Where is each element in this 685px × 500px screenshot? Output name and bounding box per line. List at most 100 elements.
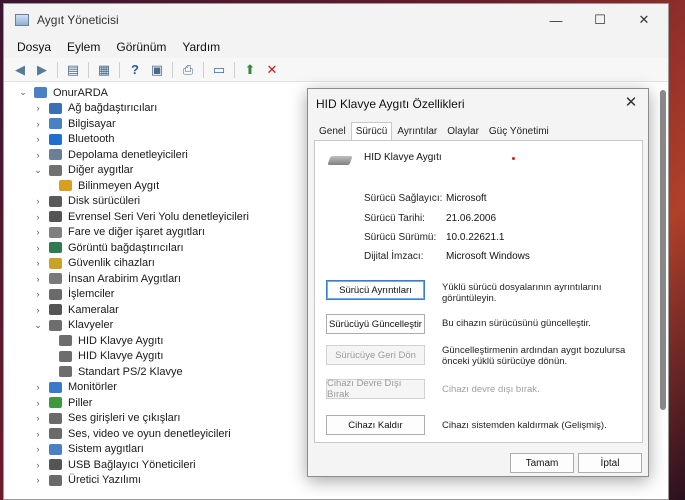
chevron-icon[interactable]: ›: [33, 212, 43, 222]
tree-category-item[interactable]: › Bilgisayar: [33, 116, 116, 132]
chevron-icon[interactable]: ›: [33, 103, 43, 113]
forward-arrow-icon[interactable]: ▶: [32, 60, 52, 80]
chevron-icon[interactable]: ›: [33, 475, 43, 485]
tree-device-item[interactable]: HID Klavye Aygıtı: [49, 333, 163, 349]
menu-action[interactable]: Eylem: [59, 40, 108, 54]
tree-category-item[interactable]: › Ağ bağdaştırıcıları: [33, 101, 158, 117]
menu-file[interactable]: Dosya: [9, 40, 59, 54]
tree-device-item[interactable]: Bilinmeyen Aygıt: [49, 178, 159, 194]
device-name: HID Klavye Aygıtı: [364, 152, 442, 163]
chevron-icon[interactable]: ⌄: [33, 320, 43, 331]
minimize-button[interactable]: —: [534, 4, 578, 36]
properties-icon[interactable]: ▤: [63, 60, 83, 80]
chevron-icon[interactable]: ›: [33, 274, 43, 284]
mouse-icon: [49, 226, 62, 238]
menu-view[interactable]: Görünüm: [108, 40, 174, 54]
tab-events[interactable]: Olaylar: [442, 122, 484, 140]
tree-category-item[interactable]: › Ses girişleri ve çıkışları: [33, 411, 181, 427]
digital-signer-label: Dijital İmzacı:: [364, 251, 424, 262]
scan-hardware-icon[interactable]: ▭: [209, 60, 229, 80]
dialog-title: HID Klavye Aygıtı Özellikleri: [316, 97, 465, 111]
update-driver-description: Bu cihazın sürücüsünü güncelleştir.: [442, 318, 591, 329]
driver-version-value: 10.0.22621.1: [446, 232, 505, 243]
chevron-icon[interactable]: ⌄: [18, 87, 28, 98]
tree-category-item[interactable]: › Bluetooth: [33, 132, 115, 148]
chevron-icon[interactable]: ›: [33, 460, 43, 470]
back-arrow-icon[interactable]: ◀: [10, 60, 30, 80]
tree-item-label: Piller: [68, 396, 93, 409]
tree-item-label: Ses, video ve oyun denetleyicileri: [68, 427, 231, 440]
chevron-icon[interactable]: ›: [33, 196, 43, 206]
help-icon[interactable]: ?: [125, 60, 145, 80]
uninstall-icon[interactable]: ✕: [262, 60, 282, 80]
usb-controller-icon: [49, 211, 62, 223]
chevron-icon[interactable]: ›: [33, 134, 43, 144]
maximize-button[interactable]: ☐: [578, 4, 622, 36]
driver-date-label: Sürücü Tarihi:: [364, 213, 425, 224]
tab-general[interactable]: Genel: [314, 122, 351, 140]
chevron-icon[interactable]: ›: [33, 243, 43, 253]
dialog-close-button[interactable]: ✕: [622, 93, 640, 111]
chevron-icon[interactable]: ›: [33, 398, 43, 408]
chevron-icon[interactable]: ›: [33, 413, 43, 423]
chevron-icon[interactable]: ›: [33, 305, 43, 315]
chevron-icon[interactable]: ⌄: [33, 165, 43, 176]
disk-drive-icon: [49, 195, 62, 207]
chevron-icon[interactable]: ›: [33, 119, 43, 129]
print-icon[interactable]: ⎙: [178, 60, 198, 80]
tab-driver[interactable]: Sürücü: [350, 122, 393, 141]
tree-category-item[interactable]: › Kameralar: [33, 302, 119, 318]
uninstall-device-description: Cihazı sistemden kaldırmak (Gelişmiş).: [442, 420, 607, 431]
close-button[interactable]: ✕: [622, 4, 666, 36]
uninstall-device-button[interactable]: Cihazı Kaldır: [326, 415, 425, 435]
chevron-icon[interactable]: ›: [33, 429, 43, 439]
tree-device-item[interactable]: Standart PS/2 Klavye: [49, 364, 183, 380]
view-icon[interactable]: ▣: [147, 60, 167, 80]
sound-controller-icon: [49, 428, 62, 440]
tree-category-item[interactable]: › Güvenlik cihazları: [33, 256, 155, 272]
disable-device-description: Cihazı devre dışı bırak.: [442, 384, 540, 395]
chevron-icon[interactable]: ›: [33, 227, 43, 237]
chevron-icon[interactable]: ›: [33, 258, 43, 268]
ok-button[interactable]: Tamam: [510, 453, 574, 473]
cancel-button[interactable]: İptal: [578, 453, 642, 473]
tree-category-item[interactable]: › İnsan Arabirim Aygıtları: [33, 271, 181, 287]
tree-category-item[interactable]: › Depolama denetleyicileri: [33, 147, 188, 163]
tree-device-item[interactable]: HID Klavye Aygıtı: [49, 349, 163, 365]
tree-category-item[interactable]: › Monitörler: [33, 380, 117, 396]
chevron-icon[interactable]: ›: [33, 444, 43, 454]
tree-category-item[interactable]: › Ses, video ve oyun denetleyicileri: [33, 426, 231, 442]
update-driver-button[interactable]: Sürücüyü Güncelleştir: [326, 314, 425, 334]
menu-help[interactable]: Yardım: [174, 40, 228, 54]
chevron-icon[interactable]: ›: [33, 382, 43, 392]
chevron-icon[interactable]: ›: [33, 289, 43, 299]
tree-category-item[interactable]: › Üretici Yazılımı: [33, 473, 141, 489]
tree-category-item[interactable]: › Fare ve diğer işaret aygıtları: [33, 225, 205, 241]
processor-icon: [49, 288, 62, 300]
tree-item-label: HID Klavye Aygıtı: [78, 350, 164, 363]
tab-power-management[interactable]: Güç Yönetimi: [484, 122, 554, 140]
tree-root-computer[interactable]: ⌄ OnurARDA: [18, 85, 108, 101]
vertical-scrollbar[interactable]: [660, 90, 666, 410]
tree-item-label: Depolama denetleyicileri: [68, 148, 188, 161]
window-title: Aygıt Yöneticisi: [37, 13, 119, 27]
enable-device-icon[interactable]: ⬆: [240, 60, 260, 80]
tree-category-item[interactable]: › Sistem aygıtları: [33, 442, 144, 458]
toolbar-separator: [203, 61, 204, 78]
driver-provider-label: Sürücü Sağlayıcı:: [364, 193, 443, 204]
tab-details[interactable]: Ayrıntılar: [392, 122, 442, 140]
driver-details-button[interactable]: Sürücü Ayrıntıları: [326, 280, 425, 300]
tree-category-item[interactable]: › Görüntü bağdaştırıcıları: [33, 240, 184, 256]
tree-category-item[interactable]: ⌄ Diğer aygıtlar: [33, 163, 133, 179]
tree-category-item[interactable]: › İşlemciler: [33, 287, 115, 303]
update-icon[interactable]: ▦: [94, 60, 114, 80]
tree-category-item[interactable]: › Piller: [33, 395, 93, 411]
roll-back-driver-button[interactable]: Sürücüye Geri Dön: [326, 345, 425, 365]
driver-tab-panel: HID Klavye Aygıtı Sürücü Sağlayıcı: Micr…: [314, 140, 643, 443]
tree-category-item[interactable]: ⌄ Klavyeler: [33, 318, 113, 334]
chevron-icon[interactable]: ›: [33, 150, 43, 160]
disable-device-button[interactable]: Cihazı Devre Dışı Bırak: [326, 378, 425, 400]
tree-category-item[interactable]: › USB Bağlayıcı Yöneticileri: [33, 457, 196, 473]
tree-category-item[interactable]: › Evrensel Seri Veri Yolu denetleyicileri: [33, 209, 250, 225]
tree-category-item[interactable]: › Disk sürücüleri: [33, 194, 141, 210]
